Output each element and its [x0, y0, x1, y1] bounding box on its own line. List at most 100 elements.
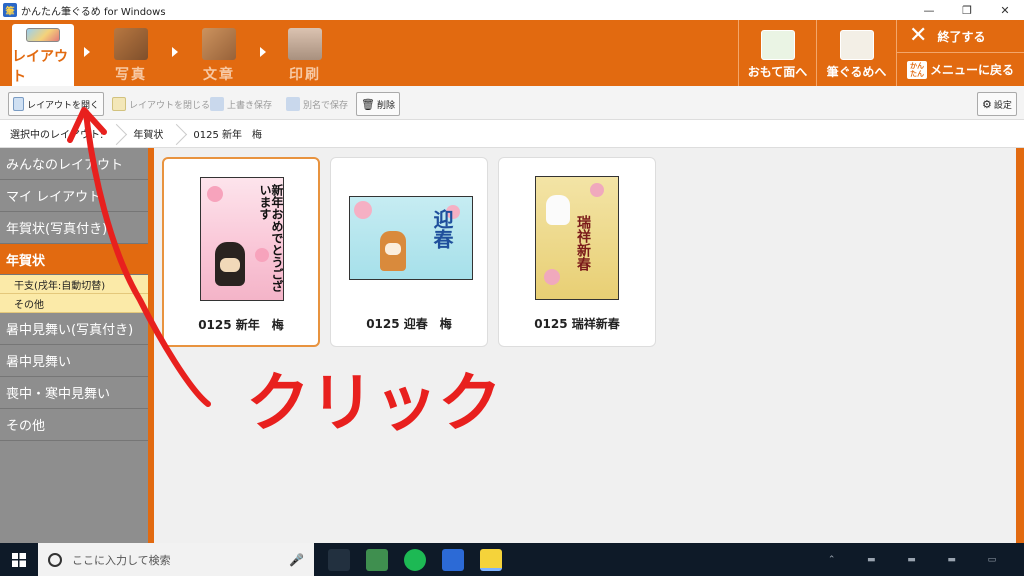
taskbar-app-icon[interactable]: [442, 549, 464, 571]
close-layout-button[interactable]: レイアウトを閉じる: [108, 92, 214, 116]
step-print-tab[interactable]: 印刷: [274, 24, 336, 86]
card-greeting-text: 新年おめでとうございます: [258, 184, 284, 292]
breadcrumb-item: 0125 新年 梅: [193, 130, 263, 141]
layout-thumbnail: 瑞祥新春: [535, 176, 619, 300]
sidebar-item-nenga[interactable]: 年賀状: [0, 244, 148, 275]
white-dog-illustration: [546, 195, 570, 225]
layout-thumbnail: 新年おめでとうございます: [200, 177, 284, 301]
plum-blossom-icon: [207, 186, 223, 202]
fudegurume-label: 筆ぐるめへ: [826, 65, 887, 79]
delete-button[interactable]: 🗑 削除: [356, 92, 400, 116]
minimize-button[interactable]: —: [910, 0, 948, 20]
breadcrumb-chevron-icon: [113, 120, 123, 148]
title-bar: 筆 かんたん筆ぐるめ for Windows — ❐ ✕: [0, 0, 1024, 20]
open-layout-label: レイアウトを開く: [26, 100, 99, 111]
sidebar-item-other[interactable]: その他: [0, 409, 148, 441]
step-layout-tab[interactable]: レイアウト: [12, 24, 74, 86]
sidebar-subitem-other[interactable]: その他: [0, 294, 148, 313]
sidebar-item-shochu[interactable]: 暑中見舞い: [0, 345, 148, 377]
taskbar-app-icon[interactable]: [366, 549, 388, 571]
step-arrow-icon: [84, 47, 90, 57]
layout-thumbnail: 迎春: [349, 196, 473, 280]
photo-icon: [114, 28, 148, 60]
command-bar: レイアウトを開く レイアウトを閉じる 上書き保存 別名で保存 🗑 削除 ⚙ 設定: [0, 86, 1024, 120]
step-photo-tab[interactable]: 写真: [100, 24, 162, 86]
sidebar-subitem-eto[interactable]: 干支(戌年:自動切替): [0, 275, 148, 294]
step-print-label: 印刷: [289, 67, 321, 83]
maximize-button[interactable]: ❐: [948, 0, 986, 20]
taskbar-search-box[interactable]: ここに入力して検索 🎤: [38, 543, 314, 576]
sidebar-item-my-layouts[interactable]: マイ レイアウト: [0, 180, 148, 212]
search-placeholder: ここに入力して検索: [72, 553, 171, 567]
trash-icon: 🗑: [361, 97, 375, 111]
layout-card-label: 0125 新年 梅: [198, 318, 284, 332]
step-layout-label: レイアウト: [12, 49, 68, 85]
step-photo-label: 写真: [115, 67, 147, 83]
save-as-label: 別名で保存: [303, 100, 349, 111]
front-side-button[interactable]: おもて面へ: [738, 20, 816, 86]
microphone-icon: 🎤: [289, 552, 304, 567]
overwrite-save-button[interactable]: 上書き保存: [206, 92, 276, 116]
tray-icon[interactable]: ▬: [907, 555, 916, 565]
settings-label: 設定: [993, 100, 1012, 111]
dog-face: [385, 243, 401, 255]
notification-icon[interactable]: ▭: [988, 555, 997, 565]
tray-chevron-icon[interactable]: ⌃: [828, 555, 836, 565]
save-icon: [210, 97, 224, 111]
step-arrow-icon: [172, 47, 178, 57]
scroll-edge: [1016, 148, 1024, 543]
step-text-label: 文章: [203, 67, 235, 83]
window-title: かんたん筆ぐるめ for Windows: [21, 6, 166, 18]
plum-blossom-icon: [590, 183, 604, 197]
settings-button[interactable]: ⚙ 設定: [977, 92, 1017, 116]
printer-icon: [288, 28, 322, 60]
back-to-menu-button[interactable]: かんたん メニューに戻る: [896, 53, 1024, 86]
layout-gallery: 新年おめでとうございます 0125 新年 梅 迎春 0125 迎春 梅 瑞祥新春: [154, 148, 1016, 543]
gear-icon: ⚙: [982, 97, 992, 111]
sidebar-item-shochu-photo[interactable]: 暑中見舞い(写真付き): [0, 313, 148, 345]
close-layout-label: レイアウトを閉じる: [129, 100, 211, 111]
dog-face: [220, 258, 240, 272]
windows-taskbar: ここに入力して検索 🎤 ⌃ ▬ ▬ ▬ ▭: [0, 543, 1024, 576]
step-arrow-icon: [260, 47, 266, 57]
app-window: 筆 かんたん筆ぐるめ for Windows — ❐ ✕ レイアウト 写真 文章…: [0, 0, 1024, 576]
start-button[interactable]: [0, 543, 38, 576]
close-button[interactable]: ✕: [986, 0, 1024, 20]
sidebar-item-everyone-layouts[interactable]: みんなのレイアウト: [0, 148, 148, 180]
task-view-icon[interactable]: [328, 549, 350, 571]
app-logo-icon: 筆: [3, 3, 17, 17]
layout-card-label: 0125 迎春 梅: [366, 317, 452, 331]
open-layout-icon: [13, 97, 24, 111]
breadcrumb-chevron-icon: [173, 120, 183, 148]
open-layout-button[interactable]: レイアウトを開く: [8, 92, 104, 116]
tray-icon[interactable]: ▬: [867, 555, 876, 565]
sidebar-item-mochu-kanchu[interactable]: 喪中・寒中見舞い: [0, 377, 148, 409]
save-as-button[interactable]: 別名で保存: [282, 92, 352, 116]
exit-label: 終了する: [937, 29, 986, 44]
delete-label: 削除: [376, 100, 395, 111]
tray-icon[interactable]: ▬: [947, 555, 956, 565]
card-greeting-text: 瑞祥新春: [575, 215, 591, 271]
card-greeting-text: 迎春: [430, 209, 454, 249]
cortana-circle-icon: [48, 552, 62, 567]
breadcrumb: 選択中のレイアウト: 年賀状 0125 新年 梅: [0, 120, 1024, 148]
category-sidebar: みんなのレイアウト マイ レイアウト 年賀状(写真付き) 年賀状 干支(戌年:自…: [0, 148, 148, 543]
layout-card[interactable]: 迎春 0125 迎春 梅: [330, 157, 488, 347]
exit-button[interactable]: ✕ 終了する: [896, 20, 1024, 53]
postcard-front-icon: [760, 30, 795, 60]
fudegurume-taskbar-icon[interactable]: [480, 549, 502, 571]
brush-text-icon: [202, 28, 236, 60]
back-to-menu-label: メニューに戻る: [930, 63, 1015, 77]
save-as-icon: [286, 97, 300, 111]
brush-pen-icon: [839, 30, 874, 60]
fudegurume-button[interactable]: 筆ぐるめへ: [816, 20, 896, 86]
step-text-tab[interactable]: 文章: [188, 24, 250, 86]
plum-blossom-icon: [354, 201, 372, 219]
layout-card[interactable]: 新年おめでとうございます 0125 新年 梅: [162, 157, 320, 347]
kantan-badge: かんたん: [907, 60, 927, 79]
layout-card[interactable]: 瑞祥新春 0125 瑞祥新春: [498, 157, 656, 347]
taskbar-app-icon[interactable]: [404, 549, 426, 571]
layout-card-label: 0125 瑞祥新春: [534, 317, 620, 331]
windows-logo-icon: [12, 552, 26, 567]
sidebar-item-nenga-photo[interactable]: 年賀状(写真付き): [0, 212, 148, 244]
